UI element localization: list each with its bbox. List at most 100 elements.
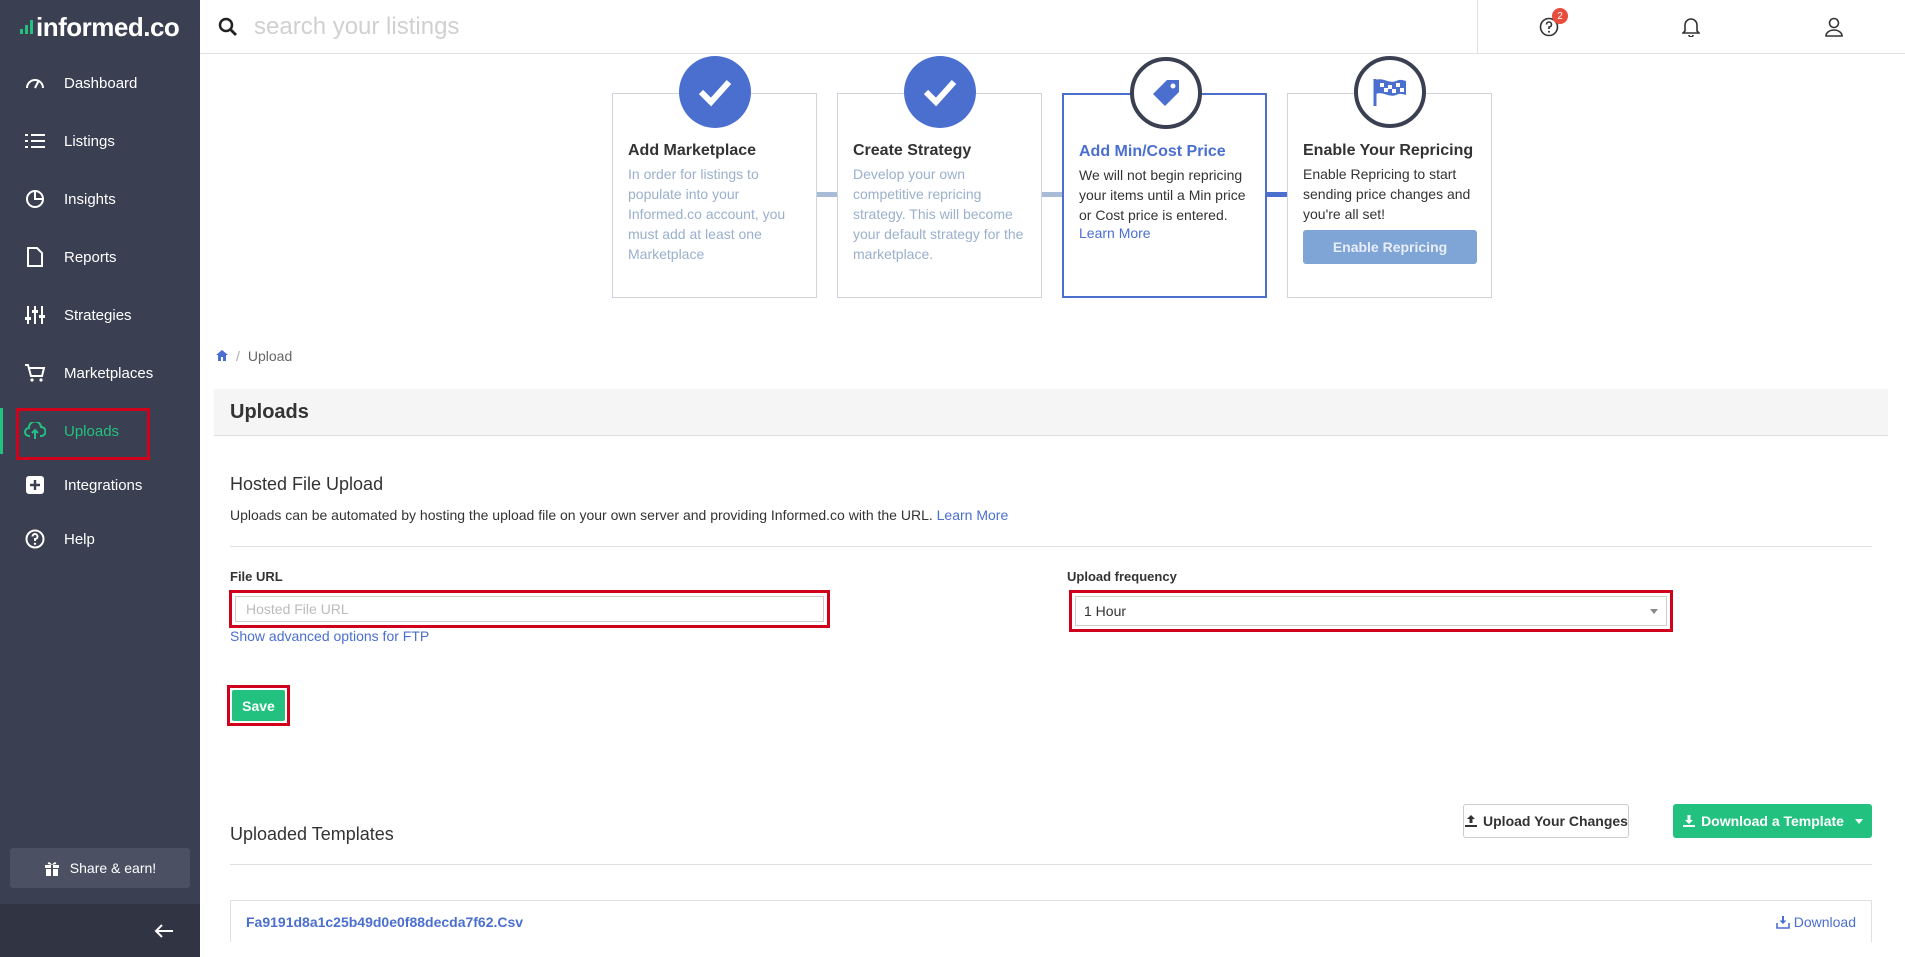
pie-chart-icon [24, 188, 46, 210]
breadcrumb-separator: / [236, 348, 240, 364]
sidebar-item-integrations[interactable]: Integrations [0, 460, 200, 510]
step-enable-repricing[interactable]: Enable Your Repricing Enable Repricing t… [1287, 56, 1492, 298]
page-title: Uploads [214, 389, 1888, 436]
share-earn-button[interactable]: Share & earn! [10, 848, 190, 888]
divider [230, 546, 1872, 547]
download-template-label: Download a Template [1701, 813, 1844, 829]
collapse-sidebar-button[interactable] [0, 904, 200, 957]
sidebar-item-label: Listings [64, 132, 115, 150]
gift-icon [44, 862, 59, 876]
upload-your-changes-label: Upload Your Changes [1483, 813, 1628, 829]
upload-your-changes-button[interactable]: Upload Your Changes [1463, 804, 1629, 838]
logo-bars-icon [20, 20, 33, 34]
cloud-upload-icon [24, 420, 46, 442]
sidebar-item-insights[interactable]: Insights [0, 170, 200, 228]
list-icon [24, 130, 46, 152]
hosted-upload-title: Hosted File Upload [230, 474, 384, 494]
sidebar-item-reports[interactable]: Reports [0, 228, 200, 286]
help-circle-icon [24, 528, 46, 550]
breadcrumb: / Upload [216, 348, 292, 364]
enable-repricing-button[interactable]: Enable Repricing [1303, 230, 1477, 264]
step-description: In order for listings to populate into y… [628, 166, 786, 262]
upload-icon [1465, 815, 1478, 827]
user-menu-button[interactable] [1763, 0, 1905, 54]
hosted-upload-desc-text: Uploads can be automated by hosting the … [230, 507, 933, 523]
step-connector [817, 192, 837, 197]
download-icon [1775, 915, 1790, 929]
sidebar-item-listings[interactable]: Listings [0, 112, 200, 170]
learn-more-link[interactable]: Learn More [1079, 225, 1151, 241]
uploaded-templates-title: Uploaded Templates [230, 824, 394, 844]
step-add-min-cost-price[interactable]: Add Min/Cost Price We will not begin rep… [1062, 57, 1267, 298]
speedometer-icon [24, 72, 46, 94]
upload-frequency-label: Upload frequency [1067, 569, 1177, 584]
step-title: Add Marketplace [628, 142, 757, 159]
notification-badge: 2 [1552, 8, 1568, 24]
sidebar-item-label: Reports [64, 248, 117, 266]
sidebar-item-label: Dashboard [64, 74, 138, 92]
step-add-marketplace[interactable]: Add Marketplace In order for listings to… [612, 56, 817, 298]
breadcrumb-current: Upload [247, 348, 293, 364]
sidebar-item-dashboard[interactable]: Dashboard [0, 54, 200, 112]
step-complete-badge [679, 56, 751, 128]
share-earn-label: Share & earn! [69, 860, 157, 876]
download-template-button[interactable]: Download a Template [1673, 804, 1872, 838]
file-url-label: File URL [230, 569, 283, 584]
search-icon [218, 17, 238, 37]
step-connector [1267, 192, 1287, 197]
step-title: Enable Your Repricing [1303, 142, 1474, 159]
search-input[interactable] [254, 12, 1454, 41]
ftp-advanced-options-link[interactable]: Show advanced options for FTP [230, 628, 429, 644]
step-connector [1042, 192, 1062, 197]
download-icon [1683, 815, 1696, 827]
divider [230, 864, 1872, 865]
checkmark-icon [923, 79, 957, 107]
file-url-highlight [229, 590, 830, 628]
step-pending-badge [1354, 56, 1426, 128]
sidebar-item-label: Strategies [64, 306, 132, 324]
file-url-input[interactable] [235, 596, 824, 622]
download-label: Download [1793, 913, 1856, 930]
topbar: 2 [200, 0, 1905, 54]
sidebar-item-label: Marketplaces [64, 364, 154, 382]
sidebar-item-uploads[interactable]: Uploads [0, 402, 200, 460]
home-icon[interactable] [216, 348, 228, 364]
step-title: Create Strategy [853, 142, 972, 159]
sidebar-item-strategies[interactable]: Strategies [0, 286, 200, 344]
sidebar: informed.co Dashboard Listings Insights … [0, 0, 200, 957]
arrow-left-icon [154, 923, 173, 938]
chevron-down-icon [1854, 818, 1863, 824]
upload-frequency-select[interactable]: 1 Hour [1075, 596, 1667, 626]
help-button[interactable]: 2 [1478, 0, 1620, 54]
sidebar-item-label: Integrations [64, 476, 143, 494]
document-icon [24, 246, 46, 268]
brand-name: informed.co [36, 11, 180, 42]
price-tag-icon [1153, 80, 1179, 106]
template-file-link[interactable]: Fa9191d8a1c25b49d0e0f88decda7f62.Csv [246, 914, 523, 930]
hosted-upload-description: Uploads can be automated by hosting the … [230, 507, 1008, 523]
sidebar-item-label: Insights [64, 190, 116, 208]
onboarding-steps: Add Marketplace In order for listings to… [612, 56, 1492, 298]
step-description: Develop your own competitive repricing s… [853, 166, 1024, 262]
sliders-icon [24, 304, 46, 326]
notifications-button[interactable] [1620, 0, 1762, 54]
bell-icon [1682, 18, 1701, 37]
save-button[interactable]: Save [232, 690, 285, 721]
save-highlight: Save [227, 685, 290, 726]
step-description: We will not begin repricing your items u… [1079, 167, 1246, 223]
flag-icon [1373, 79, 1406, 106]
upload-frequency-highlight: 1 Hour [1069, 590, 1673, 632]
step-create-strategy[interactable]: Create Strategy Develop your own competi… [837, 56, 1042, 298]
sidebar-item-label: Uploads [64, 422, 120, 440]
download-file-button[interactable]: Download [1775, 913, 1856, 930]
table-row: Fa9191d8a1c25b49d0e0f88decda7f62.Csv Dow… [230, 900, 1872, 942]
upload-frequency-value: 1 Hour [1084, 603, 1127, 619]
brand-logo[interactable]: informed.co [0, 0, 200, 54]
topbar-actions: 2 [1477, 0, 1905, 54]
sidebar-item-help[interactable]: Help [0, 510, 200, 568]
sidebar-item-label: Help [64, 530, 95, 548]
learn-more-link[interactable]: Learn More [937, 507, 1009, 523]
sidebar-item-marketplaces[interactable]: Marketplaces [0, 344, 200, 402]
step-title: Add Min/Cost Price [1079, 143, 1226, 160]
checkmark-icon [698, 79, 732, 107]
